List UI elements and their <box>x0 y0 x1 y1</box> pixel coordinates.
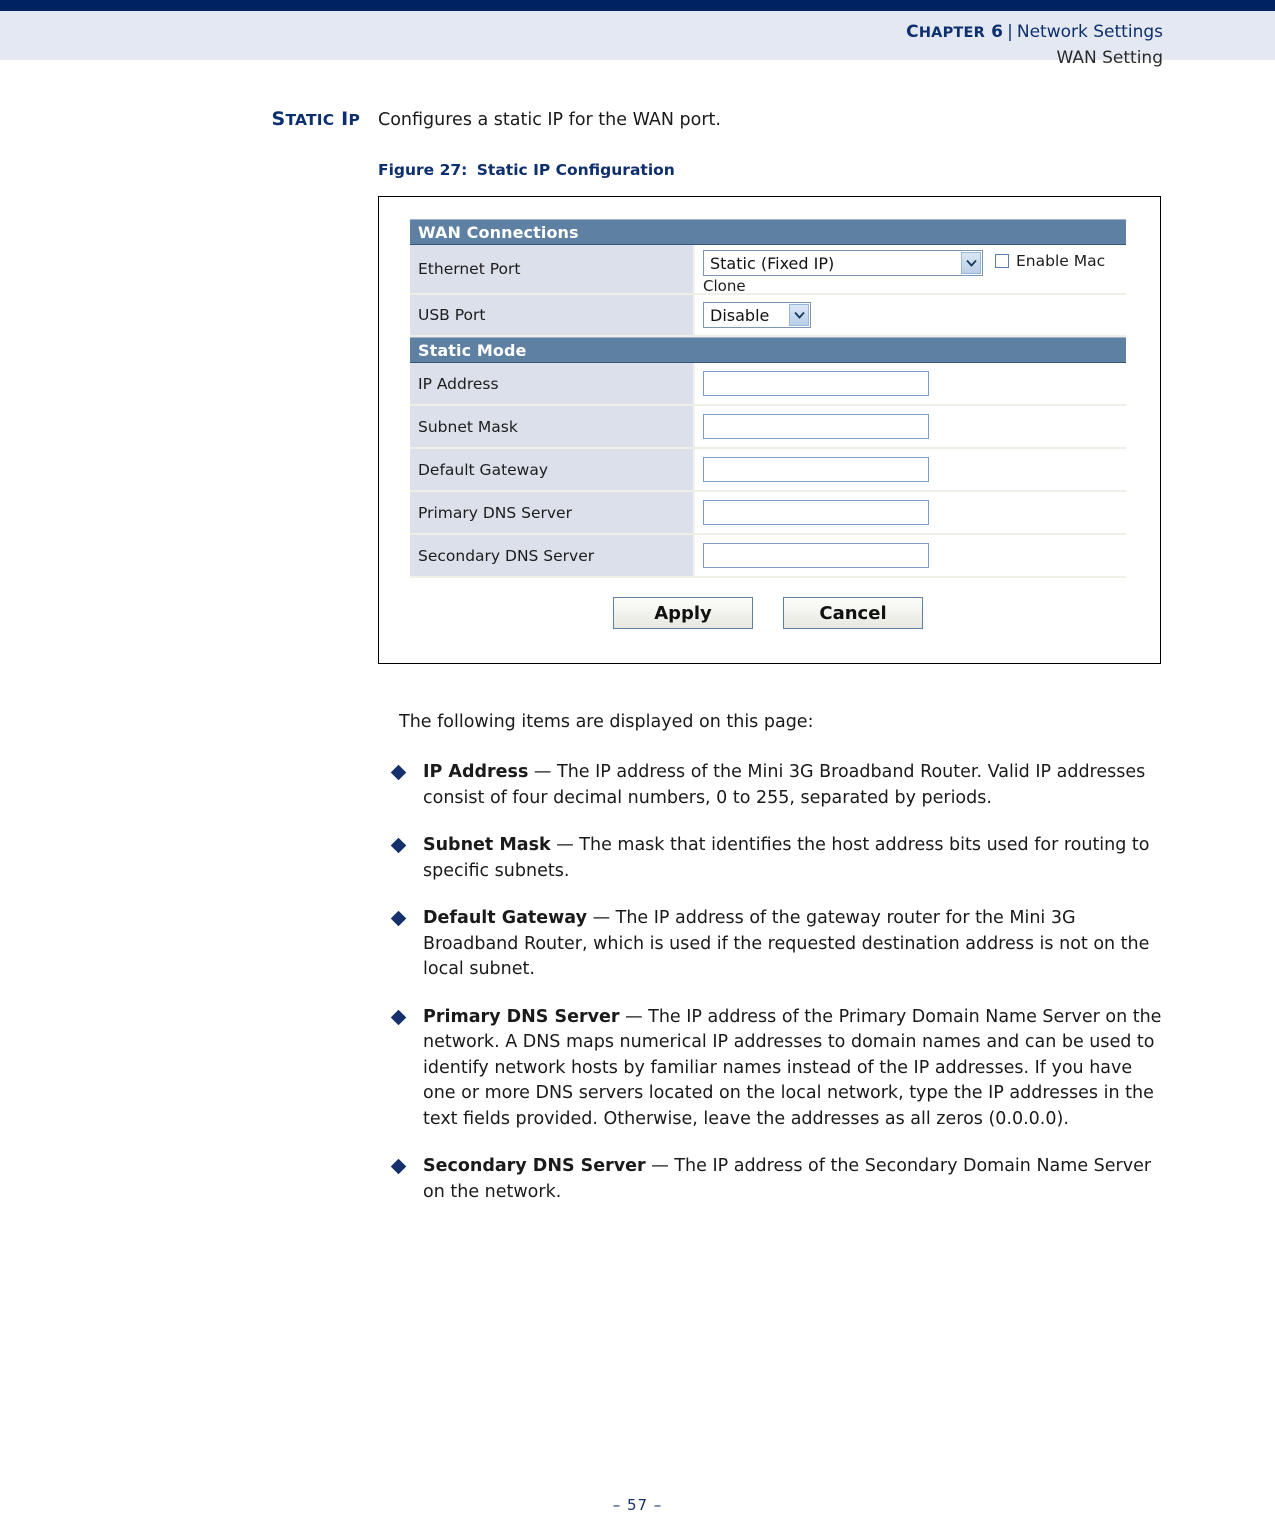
usb-port-value-cell: Disable <box>695 295 1126 335</box>
bullet-dash: — <box>619 1006 649 1027</box>
primary-dns-server-value-cell <box>695 492 1126 533</box>
secondary-dns-server-label: Secondary DNS Server <box>410 535 695 576</box>
clone-label: Clone <box>703 277 746 295</box>
chevron-down-icon[interactable] <box>961 252 981 274</box>
bullet-term: Subnet Mask <box>423 835 551 855</box>
list-item: Secondary DNS Server — The IP address of… <box>390 1154 1163 1205</box>
list-item: Subnet Mask — The mask that identifies t… <box>390 833 1163 884</box>
table-row-usb-port: USB Port Disable <box>410 295 1126 337</box>
subnet-mask-value-cell <box>695 406 1126 447</box>
list-item: IP Address — The IP address of the Mini … <box>390 760 1163 811</box>
table-row: Subnet Mask <box>410 406 1126 449</box>
bullet-dash: — <box>645 1156 675 1176</box>
bullet-dash: — <box>550 835 580 855</box>
diamond-bullet-icon <box>390 910 407 927</box>
usb-port-selected-option: Disable <box>710 305 770 325</box>
diamond-bullet-icon <box>390 837 407 854</box>
list-item: Default Gateway — The IP address of the … <box>390 906 1163 983</box>
action-button-bar: Apply Cancel <box>410 597 1126 629</box>
bullet-term: IP Address <box>423 762 529 782</box>
figure-caption: Figure 27: Static IP Configuration <box>378 161 675 179</box>
usb-port-label: USB Port <box>410 295 695 335</box>
table-row: Secondary DNS Server <box>410 535 1126 578</box>
apply-button[interactable]: Apply <box>613 597 753 629</box>
side-heading-static-ip: STATIC IP <box>271 108 360 130</box>
enable-mac-label: Enable Mac <box>1016 252 1106 270</box>
table-row: Default Gateway <box>410 449 1126 492</box>
intro-paragraph: Configures a static IP for the WAN port. <box>378 110 721 130</box>
running-header: CHAPTER 6 | Network Settings WAN Setting <box>906 20 1163 71</box>
running-header-band: CHAPTER 6 | Network Settings WAN Setting <box>0 11 1275 68</box>
chapter-label: CHAPTER 6 <box>906 22 1004 42</box>
ethernet-port-label: Ethernet Port <box>410 245 695 293</box>
enable-mac-checkbox-wrap[interactable]: Enable Mac <box>995 252 1105 270</box>
bullet-dash: — <box>528 762 557 782</box>
secondary-dns-server-value-cell <box>695 535 1126 576</box>
default-gateway-label: Default Gateway <box>410 449 695 490</box>
header-section-name: Network Settings <box>1016 22 1163 42</box>
ethernet-port-value-cell: Static (Fixed IP) Enable Mac Clone <box>695 245 1126 295</box>
running-header-line-1: CHAPTER 6 | Network Settings <box>906 20 1163 46</box>
primary-dns-server-label: Primary DNS Server <box>410 492 695 533</box>
ip-address-input[interactable] <box>703 371 929 396</box>
ethernet-port-selected-option: Static (Fixed IP) <box>710 253 835 273</box>
cancel-button[interactable]: Cancel <box>783 597 923 629</box>
enable-mac-checkbox[interactable] <box>995 254 1009 268</box>
bullet-term: Default Gateway <box>423 908 587 928</box>
list-item: Primary DNS Server — The IP address of t… <box>390 1005 1163 1133</box>
default-gateway-value-cell <box>695 449 1126 490</box>
bullet-dash: — <box>587 908 616 928</box>
ethernet-port-select[interactable]: Static (Fixed IP) <box>703 250 983 276</box>
diamond-bullet-icon <box>390 1009 407 1025</box>
figure-title: Static IP Configuration <box>476 161 675 179</box>
primary-dns-server-input[interactable] <box>703 500 929 525</box>
default-gateway-input[interactable] <box>703 457 929 482</box>
figure-screenshot-frame: WAN Connections Ethernet Port Static (Fi… <box>378 196 1161 664</box>
secondary-dns-server-input[interactable] <box>703 543 929 568</box>
usb-port-select[interactable]: Disable <box>703 302 811 328</box>
bullet-list: IP Address — The IP address of the Mini … <box>390 760 1163 1227</box>
table-row-ethernet-port: Ethernet Port Static (Fixed IP) Enable M… <box>410 245 1126 295</box>
diamond-bullet-icon <box>390 764 407 781</box>
header-separator: | <box>1007 22 1013 42</box>
subnet-mask-input[interactable] <box>703 414 929 439</box>
page-top-rule <box>0 0 1275 11</box>
router-ui-panel: WAN Connections Ethernet Port Static (Fi… <box>410 219 1126 578</box>
figure-number: Figure 27: <box>378 161 468 179</box>
ip-address-value-cell <box>695 363 1126 404</box>
static-mode-section-header: Static Mode <box>410 337 1126 363</box>
page-footer: – 57 – <box>612 1496 663 1514</box>
header-subsection-name: WAN Setting <box>1056 48 1164 68</box>
chevron-down-icon[interactable] <box>789 304 809 326</box>
bullet-term: Secondary DNS Server <box>423 1156 646 1176</box>
body-intro-paragraph: The following items are displayed on thi… <box>399 712 814 732</box>
ip-address-label: IP Address <box>410 363 695 404</box>
subnet-mask-label: Subnet Mask <box>410 406 695 447</box>
diamond-bullet-icon <box>390 1158 407 1175</box>
wan-connections-section-header: WAN Connections <box>410 219 1126 245</box>
bullet-term: Primary DNS Server <box>423 1006 620 1027</box>
table-row: IP Address <box>410 363 1126 406</box>
table-row: Primary DNS Server <box>410 492 1126 535</box>
